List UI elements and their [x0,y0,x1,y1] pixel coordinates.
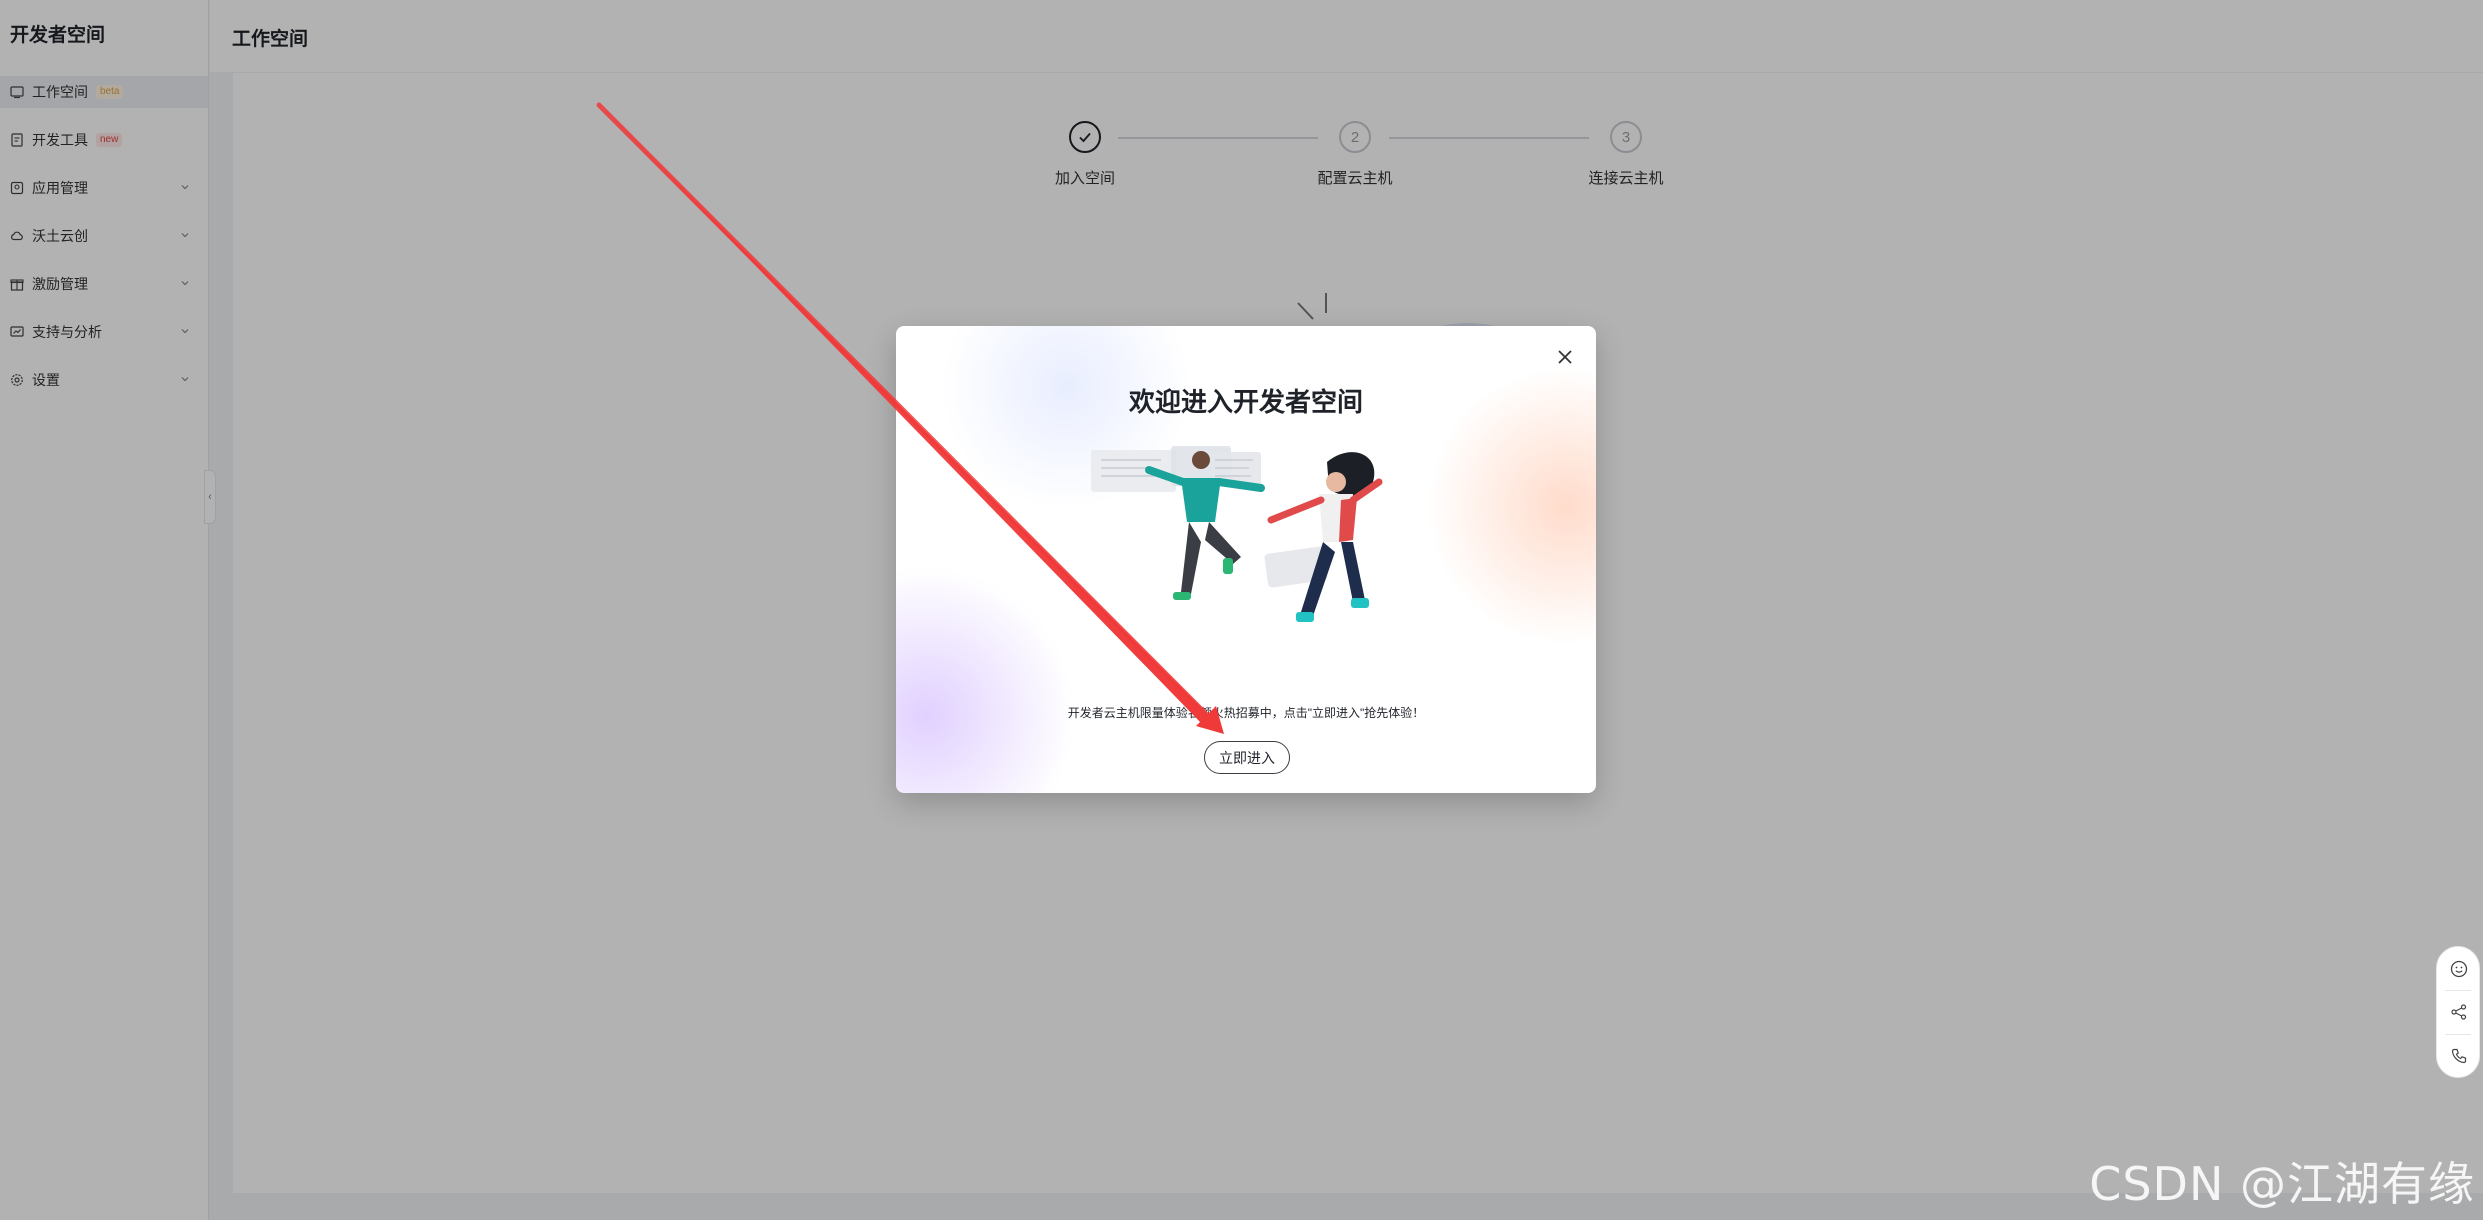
modal-title: 欢迎进入开发者空间 [1128,387,1363,417]
smile-icon[interactable] [2449,959,2469,979]
divider [2445,990,2471,991]
close-icon [1558,350,1572,364]
enter-now-button[interactable]: 立即进入 [1204,741,1290,774]
welcome-modal: 欢迎进入开发者空间 开发者云主机限量体验名额火热招募中，点击"立即进入"抢先体验… [896,326,1596,793]
divider [2445,1034,2471,1035]
jumping-people-illustration [1091,446,1383,622]
modal-glow [896,566,1076,793]
phone-icon[interactable] [2449,1046,2469,1066]
modal-description: 开发者云主机限量体验名额火热招募中，点击"立即进入"抢先体验！ [1067,706,1425,720]
watermark: CSDN @江湖有缘 [2089,1157,2475,1211]
close-button[interactable] [1554,346,1576,368]
floating-toolbar [2436,946,2480,1078]
share-icon[interactable] [2449,1002,2469,1022]
